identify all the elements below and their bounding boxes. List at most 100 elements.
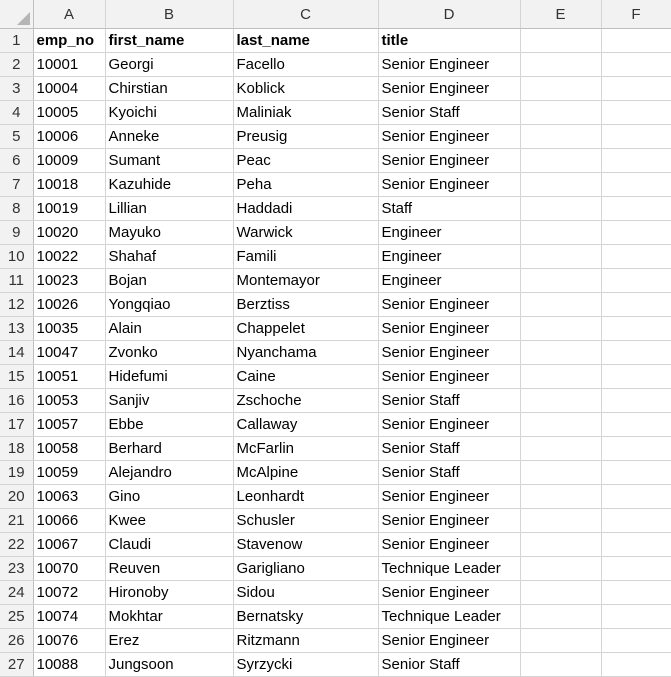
cell[interactable]	[520, 196, 602, 221]
cell[interactable]: Famili	[233, 244, 379, 269]
cell[interactable]: Zschoche	[233, 388, 379, 413]
cell[interactable]: Bernatsky	[233, 604, 379, 629]
cell[interactable]: 10076	[33, 628, 106, 653]
cell[interactable]	[601, 604, 671, 629]
cell[interactable]: Bojan	[105, 268, 234, 293]
cell[interactable]: McAlpine	[233, 460, 379, 485]
cell[interactable]: Senior Staff	[378, 388, 521, 413]
cell[interactable]: Ritzmann	[233, 628, 379, 653]
row-header[interactable]: 24	[0, 580, 34, 605]
cell[interactable]: Callaway	[233, 412, 379, 437]
cell[interactable]: 10035	[33, 316, 106, 341]
cell[interactable]: 10057	[33, 412, 106, 437]
cell[interactable]	[601, 340, 671, 365]
cell[interactable]: Berhard	[105, 436, 234, 461]
cell[interactable]: Senior Engineer	[378, 148, 521, 173]
row-header[interactable]: 26	[0, 628, 34, 653]
cell[interactable]: 10051	[33, 364, 106, 389]
cell[interactable]: Anneke	[105, 124, 234, 149]
row-header[interactable]: 12	[0, 292, 34, 317]
cell[interactable]: Technique Leader	[378, 556, 521, 581]
cell[interactable]: 10047	[33, 340, 106, 365]
cell[interactable]: Shahaf	[105, 244, 234, 269]
cell[interactable]: 10018	[33, 172, 106, 197]
cell[interactable]	[601, 292, 671, 317]
cell[interactable]	[520, 556, 602, 581]
cell[interactable]: emp_no	[33, 28, 106, 53]
cell[interactable]	[520, 436, 602, 461]
cell[interactable]: 10063	[33, 484, 106, 509]
row-header[interactable]: 3	[0, 76, 34, 101]
cell[interactable]	[520, 172, 602, 197]
cell[interactable]	[601, 652, 671, 677]
cell[interactable]: 10066	[33, 508, 106, 533]
cell[interactable]: last_name	[233, 28, 379, 53]
cell[interactable]: Kazuhide	[105, 172, 234, 197]
cell[interactable]	[601, 220, 671, 245]
cell[interactable]: Gino	[105, 484, 234, 509]
cell[interactable]	[601, 460, 671, 485]
cell[interactable]: Senior Engineer	[378, 364, 521, 389]
column-header-D[interactable]: D	[378, 0, 521, 29]
cell[interactable]	[601, 316, 671, 341]
cell[interactable]	[520, 484, 602, 509]
cell[interactable]: Syrzycki	[233, 652, 379, 677]
cell[interactable]: Staff	[378, 196, 521, 221]
cell[interactable]: Georgi	[105, 52, 234, 77]
cell[interactable]: Senior Engineer	[378, 316, 521, 341]
cell[interactable]	[601, 244, 671, 269]
row-header[interactable]: 9	[0, 220, 34, 245]
cell[interactable]	[601, 532, 671, 557]
cell[interactable]: 10072	[33, 580, 106, 605]
cell[interactable]: 10053	[33, 388, 106, 413]
row-header[interactable]: 15	[0, 364, 34, 389]
cell[interactable]: Montemayor	[233, 268, 379, 293]
cell[interactable]: Koblick	[233, 76, 379, 101]
cell[interactable]: Senior Staff	[378, 436, 521, 461]
cell[interactable]: Zvonko	[105, 340, 234, 365]
cell[interactable]: Senior Engineer	[378, 532, 521, 557]
cell[interactable]: Schusler	[233, 508, 379, 533]
cell[interactable]: Senior Engineer	[378, 580, 521, 605]
cell[interactable]: Jungsoon	[105, 652, 234, 677]
cell[interactable]: Mayuko	[105, 220, 234, 245]
cell[interactable]: Peac	[233, 148, 379, 173]
cell[interactable]: 10006	[33, 124, 106, 149]
cell[interactable]: Technique Leader	[378, 604, 521, 629]
cell[interactable]	[520, 292, 602, 317]
cell[interactable]: title	[378, 28, 521, 53]
cell[interactable]: 10058	[33, 436, 106, 461]
cell[interactable]: Sanjiv	[105, 388, 234, 413]
cell[interactable]	[520, 532, 602, 557]
cell[interactable]	[601, 508, 671, 533]
cell[interactable]	[520, 268, 602, 293]
cell[interactable]: Erez	[105, 628, 234, 653]
cell[interactable]: Senior Engineer	[378, 340, 521, 365]
cell[interactable]: 10001	[33, 52, 106, 77]
row-header[interactable]: 13	[0, 316, 34, 341]
cell[interactable]	[601, 28, 671, 53]
row-header[interactable]: 18	[0, 436, 34, 461]
cell[interactable]: Kwee	[105, 508, 234, 533]
cell[interactable]	[601, 148, 671, 173]
cell[interactable]: Senior Engineer	[378, 292, 521, 317]
cell[interactable]	[520, 76, 602, 101]
cell[interactable]	[520, 508, 602, 533]
row-header[interactable]: 8	[0, 196, 34, 221]
cell[interactable]	[520, 220, 602, 245]
cell[interactable]	[520, 52, 602, 77]
cell[interactable]: Nyanchama	[233, 340, 379, 365]
cell[interactable]	[601, 556, 671, 581]
cell[interactable]	[601, 76, 671, 101]
cell[interactable]: Senior Engineer	[378, 124, 521, 149]
cell[interactable]	[601, 388, 671, 413]
column-header-E[interactable]: E	[520, 0, 602, 29]
cell[interactable]: 10067	[33, 532, 106, 557]
cell[interactable]	[520, 388, 602, 413]
cell[interactable]: Hidefumi	[105, 364, 234, 389]
cell[interactable]	[520, 604, 602, 629]
cell[interactable]	[601, 100, 671, 125]
cell[interactable]: Peha	[233, 172, 379, 197]
cell[interactable]: Preusig	[233, 124, 379, 149]
row-header[interactable]: 4	[0, 100, 34, 125]
